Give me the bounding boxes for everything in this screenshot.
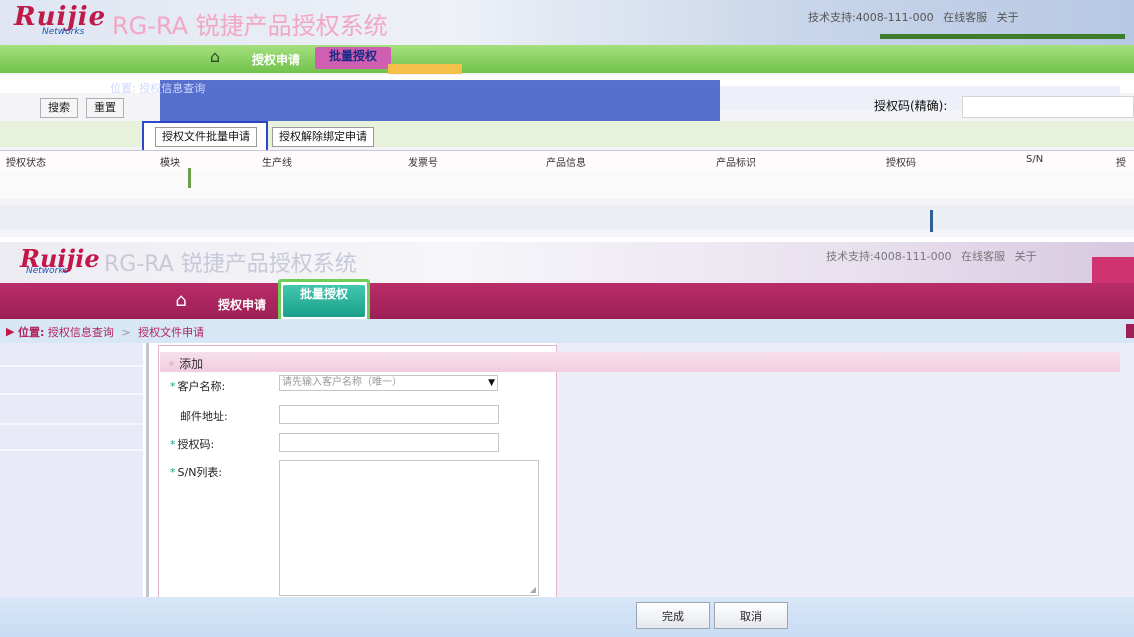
- panel-stripe: [0, 449, 143, 451]
- nav-item-auth-apply[interactable]: 授权申请: [218, 296, 266, 313]
- bullet-icon: ◦: [168, 357, 176, 371]
- resize-grip-icon[interactable]: ◢: [530, 585, 536, 594]
- top-links: 技术支持:4008-111-000 在线客服 关于: [808, 9, 1025, 25]
- location-icon: ▶: [6, 325, 15, 338]
- col-invoice: 发票号: [408, 158, 438, 169]
- auth-code-label: 授权码(精确):: [874, 99, 948, 113]
- about-link[interactable]: 关于: [997, 11, 1019, 24]
- customer-name-label: * 客户名称:: [170, 378, 225, 394]
- breadcrumb-glitch-block: [160, 80, 720, 124]
- table-row[interactable]: [0, 205, 1134, 229]
- cancel-button[interactable]: 取消: [714, 602, 788, 629]
- breadcrumb-item-current: 授权文件申请: [138, 326, 205, 339]
- scrollbar-marker[interactable]: [930, 210, 933, 232]
- nav-item-auth-apply[interactable]: 授权申请: [252, 51, 300, 68]
- breadcrumb: 位置: 授权信息查询 > 授权文件申请: [18, 324, 204, 340]
- dropdown-arrow-icon[interactable]: ▼: [488, 376, 495, 390]
- home-icon[interactable]: ⌂: [168, 288, 194, 314]
- right-panel: [555, 343, 1134, 597]
- email-field[interactable]: [279, 405, 499, 424]
- col-line: 生产线: [262, 158, 292, 169]
- nav-item-label: 批量授权: [328, 49, 377, 63]
- nav-active-indicator: [388, 64, 462, 74]
- logo-subtext: Networks: [42, 27, 85, 37]
- top-links: 技术支持:4008-111-000 在线客服 关于: [826, 248, 1043, 264]
- auth-code-label-text: 授权码:: [177, 438, 215, 451]
- sn-list-label-text: S/N列表:: [177, 466, 223, 479]
- nav-item-batch-auth[interactable]: 批量授权: [283, 285, 365, 317]
- breadcrumb: 位置: 授权信息查询: [110, 82, 206, 95]
- home-icon[interactable]: ⌂: [202, 47, 228, 69]
- panel-divider-line: [146, 343, 149, 637]
- col-module: 模块: [160, 158, 180, 169]
- panel-stripe: [0, 365, 143, 367]
- about-link[interactable]: 关于: [1015, 250, 1037, 263]
- support-phone: 技术支持:4008-111-000: [826, 250, 952, 263]
- col-auth-code: 授权码: [886, 158, 916, 169]
- form-title-text: 添加: [179, 357, 204, 371]
- nav-bar: [0, 45, 1134, 73]
- col-status: 授权状态: [6, 158, 46, 169]
- form-title: ◦ 添加: [168, 355, 203, 372]
- done-button[interactable]: 完成: [636, 602, 710, 629]
- required-icon: *: [170, 466, 176, 479]
- search-button[interactable]: 搜索: [40, 98, 78, 118]
- sn-list-label: * S/N列表:: [170, 464, 222, 480]
- breadcrumb-label: 位置:: [18, 326, 45, 339]
- online-service-link[interactable]: 在线客服: [961, 250, 1005, 263]
- email-label: 邮件地址:: [180, 410, 228, 423]
- auth-code-field[interactable]: [279, 433, 499, 452]
- column-resize-handle[interactable]: [188, 168, 191, 188]
- top-screenshot-panel: Ruijie Networks RG-RA 锐捷产品授权系统 技术支持:4008…: [0, 0, 1134, 237]
- customer-name-placeholder: 请先输入客户名称（唯一）: [282, 377, 402, 388]
- breadcrumb-separator: >: [121, 326, 131, 339]
- nav-item-label: 批量授权: [299, 287, 348, 301]
- left-panel: [0, 343, 143, 637]
- reset-button[interactable]: 重置: [86, 98, 124, 118]
- logo-subtext: Networks: [26, 266, 69, 276]
- col-more: 授: [1116, 158, 1126, 169]
- sn-list-textarea[interactable]: ◢: [279, 460, 539, 596]
- col-sn: S/N: [1026, 154, 1044, 165]
- nav-item-batch-auth[interactable]: 批量授权: [315, 47, 391, 69]
- panel-stripe: [0, 393, 143, 395]
- panel-stripe: [0, 423, 143, 425]
- col-product-id: 产品标识: [716, 158, 756, 169]
- required-icon: *: [170, 438, 176, 451]
- system-title: RG-RA 锐捷产品授权系统: [112, 12, 388, 40]
- support-phone: 技术支持:4008-111-000: [808, 11, 934, 24]
- online-service-link[interactable]: 在线客服: [943, 11, 987, 24]
- customer-name-select[interactable]: 请先输入客户名称（唯一） ▼: [279, 375, 498, 391]
- header-accent: [880, 34, 1125, 39]
- breadcrumb-item-query[interactable]: 授权信息查询: [48, 326, 114, 339]
- bottom-screenshot-panel: Ruijie Networks RG-RA 锐捷产品授权系统 技术支持:4008…: [0, 242, 1134, 637]
- tab-batch-file-apply[interactable]: 授权文件批量申请: [155, 127, 257, 147]
- col-product-info: 产品信息: [546, 158, 586, 169]
- tab-unbind-apply[interactable]: 授权解除绑定申请: [272, 127, 374, 147]
- customer-name-label-text: 客户名称:: [177, 380, 226, 393]
- right-edge-tab: [1126, 324, 1134, 338]
- table-row[interactable]: [0, 171, 1134, 199]
- form-header: [160, 352, 1120, 372]
- auth-code-input[interactable]: [962, 96, 1134, 118]
- auth-code-label: * 授权码:: [170, 436, 214, 452]
- system-title: RG-RA 锐捷产品授权系统: [104, 252, 357, 277]
- required-icon: *: [170, 380, 176, 393]
- header-accent: [1092, 257, 1134, 283]
- form-footer: [0, 597, 1134, 637]
